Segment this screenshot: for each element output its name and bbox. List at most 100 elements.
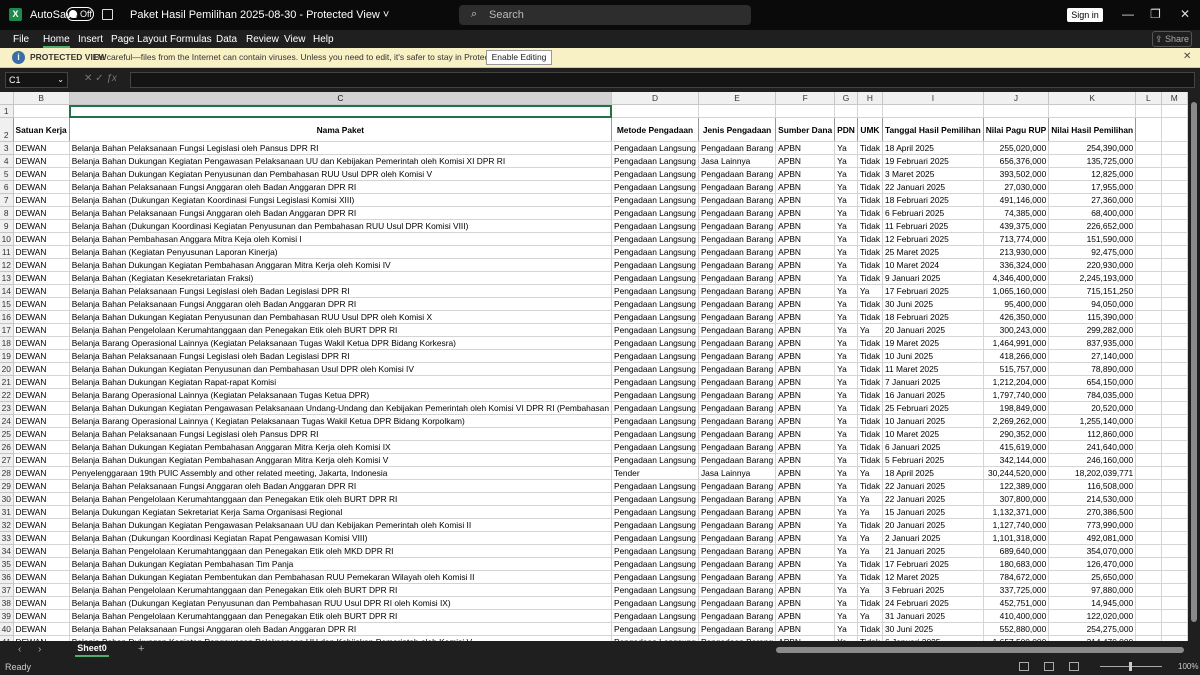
cell[interactable]: Pengadaan Langsung — [611, 284, 699, 298]
formula-input[interactable] — [130, 72, 1195, 88]
cell[interactable]: Belanja Bahan Pelaksanaan Fungsi Legisla… — [69, 349, 613, 363]
cell[interactable]: 14,945,000 — [1048, 596, 1137, 610]
cell[interactable]: Tidak — [857, 557, 884, 571]
vertical-scrollbar[interactable] — [1188, 92, 1200, 641]
cell[interactable]: Ya — [834, 180, 858, 194]
cell[interactable]: Ya — [834, 570, 858, 584]
cell[interactable] — [1161, 117, 1188, 142]
cell[interactable]: 300,243,000 — [983, 323, 1050, 337]
cell[interactable]: Pengadaan Langsung — [611, 323, 699, 337]
cell[interactable]: DEWAN — [13, 336, 70, 350]
page-break-view-icon[interactable] — [1069, 662, 1079, 671]
cell[interactable]: 255,020,000 — [983, 141, 1050, 155]
cell[interactable] — [1161, 440, 1188, 454]
header-cell[interactable]: Satuan Kerja — [13, 117, 70, 142]
cell[interactable] — [1161, 271, 1188, 285]
cell[interactable]: DEWAN — [13, 141, 70, 155]
cell[interactable] — [1135, 104, 1162, 118]
cell[interactable]: Belanja Bahan Pelaksanaan Fungsi Legisla… — [69, 427, 613, 441]
cell[interactable]: APBN — [775, 167, 836, 181]
row-header[interactable]: 6 — [0, 180, 14, 194]
cell[interactable] — [1135, 505, 1162, 519]
cell[interactable]: Ya — [834, 154, 858, 168]
cell[interactable] — [1135, 362, 1162, 376]
row-header[interactable]: 33 — [0, 531, 14, 545]
cell[interactable]: APBN — [775, 284, 836, 298]
cell[interactable]: Pengadaan Barang — [698, 271, 777, 285]
cell[interactable] — [1161, 596, 1188, 610]
cell[interactable]: Pengadaan Langsung — [611, 531, 699, 545]
row-header[interactable]: 27 — [0, 453, 14, 467]
cell[interactable]: Ya — [857, 323, 884, 337]
cell[interactable]: Pengadaan Barang — [698, 505, 777, 519]
cell[interactable]: Ya — [857, 583, 884, 597]
cell[interactable]: 135,725,000 — [1048, 154, 1137, 168]
cell[interactable]: DEWAN — [13, 271, 70, 285]
cell[interactable]: Jasa Lainnya — [698, 466, 777, 480]
cell[interactable]: Ya — [834, 219, 858, 233]
cell[interactable]: 10 Juni 2025 — [882, 349, 984, 363]
cell[interactable]: Ya — [834, 453, 858, 467]
cell[interactable]: Pengadaan Barang — [698, 453, 777, 467]
cell[interactable]: Belanja Bahan Pengelolaan Kerumahtanggaa… — [69, 323, 613, 337]
cell[interactable] — [1135, 258, 1162, 272]
cell[interactable]: Belanja Bahan Pembahasan Anggara Mitra K… — [69, 232, 613, 246]
cell[interactable]: Pengadaan Barang — [698, 388, 777, 402]
cell[interactable]: 20 Januari 2025 — [882, 323, 984, 337]
cell[interactable]: 418,266,000 — [983, 349, 1050, 363]
cell[interactable]: DEWAN — [13, 362, 70, 376]
cell[interactable]: Ya — [834, 323, 858, 337]
cell[interactable]: APBN — [775, 193, 836, 207]
cell[interactable] — [13, 104, 70, 118]
cell[interactable]: DEWAN — [13, 518, 70, 532]
cell[interactable]: Belanja Bahan (Dukungan Kegiatan Koordin… — [69, 193, 613, 207]
cell[interactable]: 410,400,000 — [983, 609, 1050, 623]
cell[interactable]: APBN — [775, 362, 836, 376]
tab-data[interactable]: Data — [216, 34, 237, 45]
column-header[interactable]: G — [834, 92, 858, 105]
header-cell[interactable]: Metode Pengadaan — [611, 117, 699, 142]
cell[interactable]: Ya — [857, 531, 884, 545]
cell[interactable]: 1,127,740,000 — [983, 518, 1050, 532]
cell[interactable]: Pengadaan Langsung — [611, 193, 699, 207]
cell[interactable]: 1,797,740,000 — [983, 388, 1050, 402]
cell[interactable]: Belanja Bahan Pelaksanaan Fungsi Legisla… — [69, 141, 613, 155]
row-header[interactable]: 39 — [0, 609, 14, 623]
cell[interactable] — [1135, 206, 1162, 220]
cell[interactable]: 112,860,000 — [1048, 427, 1137, 441]
cell[interactable]: Tidak — [857, 362, 884, 376]
sheet-tab[interactable]: Sheet0 — [75, 641, 109, 657]
tab-view[interactable]: View — [284, 34, 306, 45]
row-header[interactable]: 22 — [0, 388, 14, 402]
cell[interactable]: DEWAN — [13, 583, 70, 597]
cell[interactable]: Tidak — [857, 193, 884, 207]
cell[interactable]: 492,081,000 — [1048, 531, 1137, 545]
cell[interactable]: APBN — [775, 570, 836, 584]
cell[interactable]: 12,825,000 — [1048, 167, 1137, 181]
tab-formulas[interactable]: Formulas — [170, 34, 212, 45]
cell[interactable]: Pengadaan Barang — [698, 583, 777, 597]
cell[interactable]: DEWAN — [13, 167, 70, 181]
cell[interactable]: 122,389,000 — [983, 479, 1050, 493]
cell[interactable]: Pengadaan Langsung — [611, 271, 699, 285]
cell[interactable]: Tidak — [857, 349, 884, 363]
cell[interactable]: 115,390,000 — [1048, 310, 1137, 324]
cell[interactable]: DEWAN — [13, 193, 70, 207]
header-cell[interactable]: Tanggal Hasil Pemilihan — [882, 117, 984, 142]
cell[interactable]: Pengadaan Langsung — [611, 427, 699, 441]
cell[interactable]: Belanja Bahan Pengelolaan Kerumahtanggaa… — [69, 609, 613, 623]
cell[interactable]: DEWAN — [13, 596, 70, 610]
cell[interactable]: 97,880,000 — [1048, 583, 1137, 597]
cell[interactable]: Belanja Barang Operasional Lainnya ( Keg… — [69, 414, 613, 428]
cell[interactable]: Tidak — [857, 596, 884, 610]
cell[interactable]: 254,390,000 — [1048, 141, 1137, 155]
tab-file[interactable]: File — [13, 34, 29, 45]
cell[interactable]: APBN — [775, 388, 836, 402]
cell[interactable]: APBN — [775, 479, 836, 493]
cell[interactable]: Ya — [834, 440, 858, 454]
restore-icon[interactable]: ❐ — [1150, 7, 1161, 21]
cell[interactable]: 22 Januari 2025 — [882, 479, 984, 493]
cell[interactable]: DEWAN — [13, 544, 70, 558]
prev-sheet-icon[interactable]: ‹ — [18, 644, 21, 655]
cell[interactable]: Tidak — [857, 414, 884, 428]
